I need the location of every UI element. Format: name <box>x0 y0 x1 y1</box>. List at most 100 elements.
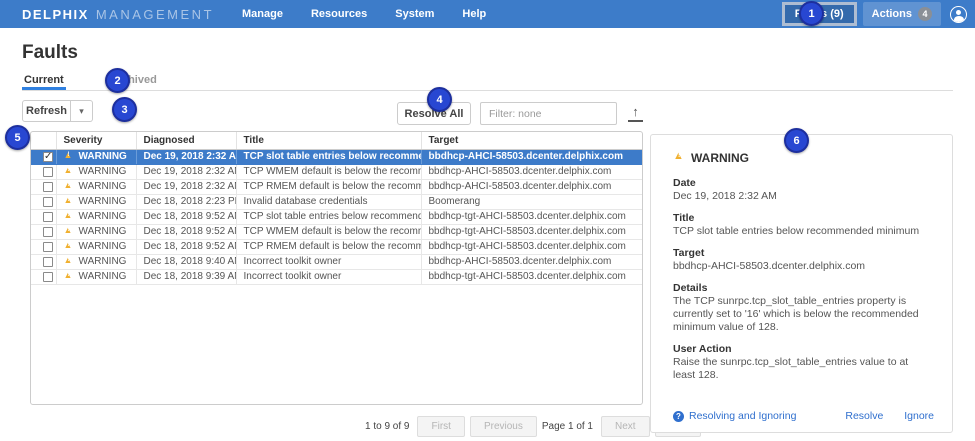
first-page-button[interactable]: First <box>417 416 464 437</box>
resolve-link[interactable]: Resolve <box>845 410 883 422</box>
filter-input[interactable] <box>480 102 617 125</box>
diagnosed-value: Dec 19, 2018 2:32 AM <box>136 149 236 164</box>
severity-value: WARNING <box>79 256 127 267</box>
fault-title-value: TCP RMEM default is below the recommende… <box>236 239 421 254</box>
severity-value: WARNING <box>79 151 127 162</box>
brand-name: DELPHIX <box>22 7 89 22</box>
row-checkbox[interactable] <box>43 167 53 177</box>
row-checkbox[interactable] <box>43 212 53 222</box>
next-page-button[interactable]: Next <box>601 416 650 437</box>
row-checkbox[interactable] <box>43 242 53 252</box>
row-checkbox[interactable] <box>43 227 53 237</box>
page-title: Faults <box>22 42 78 64</box>
top-nav: Manage Resources System Help <box>242 8 514 20</box>
nav-system[interactable]: System <box>395 8 434 20</box>
table-row[interactable]: WARNING Dec 18, 2018 9:39 AM Incorrect t… <box>31 269 643 284</box>
detail-details-value: The TCP sunrpc.tcp_slot_table_entries pr… <box>673 295 930 334</box>
warning-icon <box>64 257 75 267</box>
fault-title-value: TCP RMEM default is below the recommende… <box>236 179 421 194</box>
delphix-logo: DELPHIX MANAGEMENT <box>22 7 214 22</box>
title-column-header[interactable]: Title <box>236 132 421 149</box>
refresh-dropdown-caret-icon[interactable]: ▾ <box>71 100 93 122</box>
export-icon[interactable]: ↑ <box>628 104 643 122</box>
detail-user-action-value: Raise the sunrpc.tcp_slot_table_entries … <box>673 356 930 382</box>
detail-date-label: Date <box>673 177 930 189</box>
resolving-and-ignoring-link[interactable]: ? Resolving and Ignoring <box>673 410 796 422</box>
warning-icon <box>64 242 75 252</box>
table-row[interactable]: WARNING Dec 19, 2018 2:32 AM TCP slot ta… <box>31 149 643 164</box>
table-row[interactable]: WARNING Dec 19, 2018 2:32 AM TCP WMEM de… <box>31 164 643 179</box>
target-value: bbdhcp-AHCI-58503.dcenter.delphix.com <box>421 149 643 164</box>
detail-title-value: TCP slot table entries below recommended… <box>673 225 930 238</box>
diagnosed-value: Dec 18, 2018 9:52 AM <box>136 224 236 239</box>
diagnosed-column-header[interactable]: Diagnosed <box>136 132 236 149</box>
nav-help[interactable]: Help <box>462 8 486 20</box>
severity-value: WARNING <box>79 226 127 237</box>
refresh-button[interactable]: Refresh <box>22 100 71 122</box>
row-checkbox[interactable] <box>43 182 53 192</box>
nav-manage[interactable]: Manage <box>242 8 283 20</box>
annotation-badge-1: 1 <box>799 1 824 26</box>
row-checkbox[interactable] <box>43 257 53 267</box>
severity-value: WARNING <box>79 211 127 222</box>
annotation-badge-2: 2 <box>105 68 130 93</box>
target-value: bbdhcp-tgt-AHCI-58503.dcenter.delphix.co… <box>421 209 643 224</box>
help-link-label: Resolving and Ignoring <box>689 410 796 422</box>
table-header-row: Severity Diagnosed Title Target <box>31 132 643 149</box>
severity-column-header[interactable]: Severity <box>56 132 136 149</box>
diagnosed-value: Dec 18, 2018 2:23 PM <box>136 194 236 209</box>
annotation-badge-6: 6 <box>784 128 809 153</box>
table-row[interactable]: WARNING Dec 19, 2018 2:32 AM TCP RMEM de… <box>31 179 643 194</box>
severity-value: WARNING <box>79 196 127 207</box>
fault-title-value: Incorrect toolkit owner <box>236 269 421 284</box>
annotation-badge-3: 3 <box>112 97 137 122</box>
annotation-badge-5: 5 <box>5 125 30 150</box>
detail-user-action-label: User Action <box>673 343 930 355</box>
diagnosed-value: Dec 19, 2018 2:32 AM <box>136 179 236 194</box>
fault-title-value: TCP slot table entries below recommended… <box>236 149 421 164</box>
target-value: bbdhcp-AHCI-58503.dcenter.delphix.com <box>421 179 643 194</box>
table-row[interactable]: WARNING Dec 18, 2018 9:40 AM Incorrect t… <box>31 254 643 269</box>
target-value: bbdhcp-tgt-AHCI-58503.dcenter.delphix.co… <box>421 224 643 239</box>
diagnosed-value: Dec 18, 2018 9:52 AM <box>136 209 236 224</box>
top-header-bar: DELPHIX MANAGEMENT Manage Resources Syst… <box>0 0 975 28</box>
ignore-link[interactable]: Ignore <box>904 410 934 422</box>
help-icon: ? <box>673 411 684 422</box>
target-value: bbdhcp-tgt-AHCI-58503.dcenter.delphix.co… <box>421 269 643 284</box>
target-column-header[interactable]: Target <box>421 132 643 149</box>
previous-page-button[interactable]: Previous <box>470 416 537 437</box>
row-checkbox[interactable] <box>43 152 53 162</box>
target-value: bbdhcp-AHCI-58503.dcenter.delphix.com <box>421 164 643 179</box>
severity-value: WARNING <box>79 271 127 282</box>
tab-current[interactable]: Current <box>22 74 66 90</box>
actions-button[interactable]: Actions 4 <box>863 2 941 26</box>
diagnosed-value: Dec 18, 2018 9:40 AM <box>136 254 236 269</box>
warning-icon <box>64 272 75 282</box>
fault-table-body: WARNING Dec 19, 2018 2:32 AM TCP slot ta… <box>31 149 643 284</box>
warning-icon <box>673 152 684 164</box>
warning-icon <box>64 167 75 177</box>
table-row[interactable]: WARNING Dec 18, 2018 2:23 PM Invalid dat… <box>31 194 643 209</box>
diagnosed-value: Dec 19, 2018 2:32 AM <box>136 164 236 179</box>
row-checkbox[interactable] <box>43 272 53 282</box>
warning-icon <box>64 152 75 162</box>
select-column-header <box>31 132 56 149</box>
target-value: bbdhcp-tgt-AHCI-58503.dcenter.delphix.co… <box>421 239 643 254</box>
table-row[interactable]: WARNING Dec 18, 2018 9:52 AM TCP WMEM de… <box>31 224 643 239</box>
fault-detail-panel: WARNING Date Dec 19, 2018 2:32 AM Title … <box>650 134 953 433</box>
table-row[interactable]: WARNING Dec 18, 2018 9:52 AM TCP slot ta… <box>31 209 643 224</box>
nav-resources[interactable]: Resources <box>311 8 367 20</box>
fault-title-value: TCP WMEM default is below the recommende… <box>236 164 421 179</box>
detail-date-value: Dec 19, 2018 2:32 AM <box>673 190 930 203</box>
table-row[interactable]: WARNING Dec 18, 2018 9:52 AM TCP RMEM de… <box>31 239 643 254</box>
row-checkbox[interactable] <box>43 197 53 207</box>
pagination-summary: 1 to 9 of 9 <box>365 421 409 432</box>
annotation-badge-4: 4 <box>427 87 452 112</box>
user-avatar-icon[interactable] <box>950 6 967 23</box>
fault-title-value: Incorrect toolkit owner <box>236 254 421 269</box>
refresh-button-group: Refresh ▾ <box>22 100 93 122</box>
faults-table: Severity Diagnosed Title Target WARNING … <box>30 131 643 405</box>
severity-value: WARNING <box>79 241 127 252</box>
warning-icon <box>64 182 75 192</box>
warning-icon <box>64 227 75 237</box>
